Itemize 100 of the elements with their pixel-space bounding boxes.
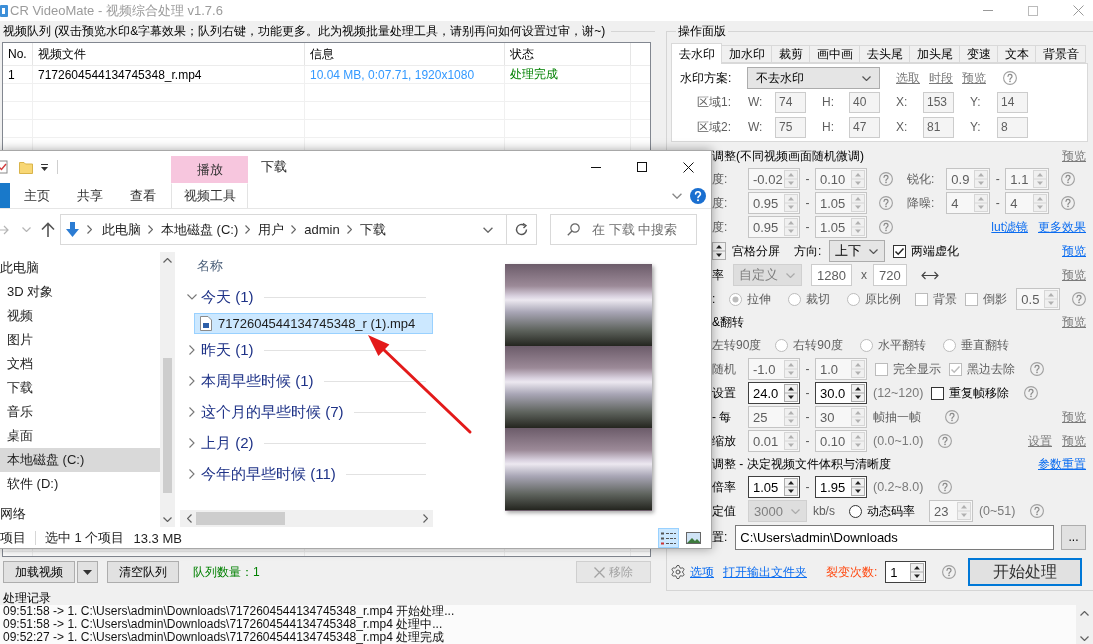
up-arrow-icon[interactable] — [41, 222, 55, 237]
help-icon[interactable] — [1061, 172, 1076, 186]
number-field[interactable]: 1.05 — [748, 476, 800, 498]
link[interactable]: lut滤镜 — [991, 218, 1028, 236]
settings-icon[interactable] — [670, 564, 686, 580]
address-bar[interactable]: 此电脑 本地磁盘 (C:) 用户 admin 下载 — [60, 214, 537, 245]
chevron-right-icon[interactable] — [189, 345, 195, 355]
group-header[interactable]: 本周早些时候 (1) — [180, 366, 433, 396]
column-header[interactable]: 名称 — [180, 256, 433, 276]
link[interactable]: 打开输出文件夹 — [723, 563, 807, 581]
help-icon[interactable] — [690, 187, 706, 204]
scrollbar-thumb[interactable] — [163, 358, 172, 493]
radio-button[interactable] — [848, 504, 862, 518]
stepper-icon[interactable] — [712, 242, 726, 260]
breadcrumb[interactable]: 本地磁盘 (C:) — [161, 220, 239, 239]
browse-button[interactable]: ... — [1061, 524, 1086, 550]
stepper-icon[interactable] — [851, 478, 865, 496]
nav-item[interactable]: 桌面 — [0, 424, 160, 448]
column-header[interactable]: 状态 — [505, 43, 631, 65]
dropdown[interactable]: 上下 — [829, 240, 886, 262]
help-icon[interactable] — [1030, 504, 1045, 518]
help-icon[interactable] — [1024, 386, 1039, 400]
stepper-icon[interactable] — [784, 478, 798, 496]
tab[interactable]: 加头尾 — [909, 45, 960, 63]
file-item[interactable]: 7172604544134745348_r (1).mp4 — [194, 313, 433, 334]
chevron-right-icon[interactable] — [189, 469, 195, 479]
nav-item[interactable]: 下载 — [0, 376, 160, 400]
group-header[interactable]: 这个月的早些时候 (7) — [180, 397, 433, 427]
number-field[interactable]: 1.95 — [815, 476, 867, 498]
chevron-right-icon[interactable] — [423, 514, 428, 523]
chevron-right-icon[interactable] — [291, 225, 297, 234]
dropdown[interactable]: 不去水印 — [747, 67, 880, 89]
nav-item[interactable]: 此电脑 — [0, 256, 160, 280]
tab[interactable]: 去头尾 — [859, 45, 910, 63]
radio-label[interactable]: 动态码率 — [866, 502, 915, 520]
nav-item[interactable]: 图片 — [0, 328, 160, 352]
breadcrumb[interactable]: admin — [304, 222, 340, 237]
help-icon[interactable] — [879, 220, 893, 234]
nav-item[interactable]: 视频 — [0, 304, 160, 328]
group-header[interactable]: 上月 (2) — [180, 428, 433, 458]
stepper-icon[interactable] — [784, 384, 798, 402]
checkbox-label[interactable]: 重复帧移除 — [949, 384, 1010, 402]
chevron-down-icon[interactable] — [187, 294, 197, 300]
chevron-right-icon[interactable] — [148, 225, 153, 234]
help-icon[interactable] — [938, 434, 953, 448]
column-header[interactable]: 视频文件 — [33, 43, 305, 65]
chevron-down-icon[interactable] — [163, 517, 172, 522]
tab[interactable]: 变速 — [959, 45, 998, 63]
help-icon[interactable] — [945, 410, 959, 424]
stepper-icon[interactable] — [910, 563, 925, 581]
tab[interactable]: 背景音 — [1035, 45, 1086, 63]
chevron-right-icon[interactable] — [245, 225, 251, 234]
link[interactable]: 预览 — [1062, 242, 1086, 260]
ribbon-tab[interactable]: 视频工具 — [171, 183, 248, 208]
chevron-right-icon[interactable] — [189, 407, 195, 417]
nav-item[interactable]: 3D 对象 — [0, 280, 160, 304]
checkbox[interactable] — [893, 244, 907, 258]
nav-item[interactable]: 音乐 — [0, 400, 160, 424]
help-icon[interactable] — [879, 172, 893, 186]
nav-item[interactable]: 本地磁盘 (C:) — [0, 448, 160, 472]
link[interactable]: 更多效果 — [1038, 218, 1086, 236]
help-icon[interactable] — [938, 480, 953, 494]
help-icon[interactable] — [1072, 292, 1087, 306]
breadcrumb[interactable]: 用户 — [258, 220, 285, 239]
group-header[interactable]: 今年的早些时候 (11) — [180, 459, 433, 489]
group-header[interactable]: 今天 (1) — [180, 282, 433, 312]
nav-item[interactable]: 软件 (D:) — [0, 472, 160, 496]
queue-button[interactable]: 加载视频 — [3, 561, 75, 583]
column-header[interactable]: 信息 — [305, 43, 505, 65]
number-field[interactable]: 1 — [885, 561, 927, 583]
group-header[interactable]: 昨天 (1) — [180, 335, 433, 365]
chevron-right-icon[interactable] — [87, 225, 92, 234]
chevron-left-icon[interactable] — [187, 514, 192, 523]
link[interactable]: 选项 — [690, 563, 714, 581]
start-button[interactable]: 开始处理 — [968, 558, 1083, 586]
dropdown-button[interactable] — [77, 561, 98, 583]
nav-item[interactable]: 文档 — [0, 352, 160, 376]
folder-icon[interactable] — [19, 160, 33, 174]
link[interactable]: 参数重置 — [1038, 455, 1086, 473]
checkbox-label[interactable]: 两端虚化 — [911, 242, 960, 260]
tab[interactable]: 文本 — [997, 45, 1036, 63]
chevron-down-icon[interactable] — [1080, 636, 1089, 641]
double-arrow-icon[interactable] — [920, 270, 939, 280]
help-icon[interactable] — [1061, 196, 1076, 210]
breadcrumb[interactable]: 此电脑 — [102, 220, 141, 239]
details-view-button[interactable] — [658, 528, 679, 548]
folder-path-field[interactable]: C:\Users\admin\Downloads — [735, 524, 1054, 550]
nav-item[interactable]: 网络 — [0, 502, 160, 526]
number-field[interactable]: 24.0 — [748, 382, 800, 404]
number-field[interactable]: 30.0 — [815, 382, 867, 404]
chevron-up-icon[interactable] — [163, 258, 172, 263]
queue-button[interactable]: 清空队列 — [107, 561, 179, 583]
chevron-right-icon[interactable] — [189, 438, 195, 448]
caret-icon[interactable] — [41, 163, 48, 171]
document-check-icon[interactable] — [0, 160, 8, 174]
breadcrumb[interactable]: 下载 — [359, 220, 386, 239]
scrollbar-thumb[interactable] — [196, 512, 285, 525]
checkbox[interactable] — [931, 386, 945, 400]
help-icon[interactable] — [879, 196, 893, 210]
help-icon[interactable] — [942, 565, 957, 579]
